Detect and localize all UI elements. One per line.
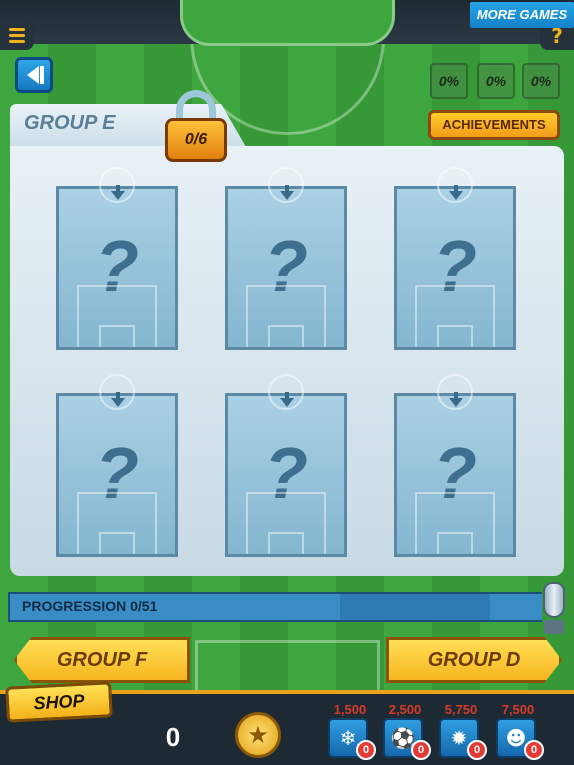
lock-progress: 0/6 (165, 118, 227, 162)
arrow-down-icon (449, 191, 463, 200)
powerup-count: 0 (467, 740, 487, 760)
level-card-6[interactable]: ? (394, 374, 516, 557)
completion-badge-3: 0% (522, 63, 560, 99)
powerup-count: 0 (411, 740, 431, 760)
powerup-price: 1,500 (333, 702, 367, 717)
player-powerup[interactable]: 7,500 ☻ 0 (494, 702, 544, 762)
top-field-arc (180, 0, 395, 46)
back-button[interactable] (15, 57, 53, 93)
fire-powerup[interactable]: 5,750 ✹ 0 (437, 702, 487, 762)
powerup-count: 0 (356, 740, 376, 760)
powerup-count: 0 (524, 740, 544, 760)
level-card-3[interactable]: ? (394, 167, 516, 350)
level-card-2[interactable]: ? (225, 167, 347, 350)
arrow-down-icon (280, 398, 294, 407)
trophy-icon (540, 580, 568, 636)
more-games-button[interactable]: MORE GAMES (470, 2, 574, 28)
arrow-down-icon (280, 191, 294, 200)
powerup-price: 2,500 (388, 702, 422, 717)
next-group-button[interactable]: GROUP D (386, 637, 562, 683)
arrow-down-icon (111, 398, 125, 407)
coins-count: 0 (165, 722, 181, 752)
prev-group-button[interactable]: GROUP F (14, 637, 190, 683)
lock-icon: 0/6 (165, 90, 227, 162)
group-title: GROUP E (24, 112, 116, 134)
ball-powerup[interactable]: 2,500 ⚽ 0 (381, 702, 431, 762)
completion-badge-2: 0% (477, 63, 515, 99)
menu-icon (9, 27, 25, 31)
achievements-button[interactable]: ACHIEVEMENTS (428, 110, 560, 140)
level-card-5[interactable]: ? (225, 374, 347, 557)
arrow-down-icon (449, 398, 463, 407)
powerup-price: 7,500 (501, 702, 535, 717)
powerup-price: 5,750 (444, 702, 478, 717)
menu-button[interactable] (0, 20, 34, 50)
coin-icon: ★ (235, 712, 281, 758)
level-card-4[interactable]: ? (56, 374, 178, 557)
ice-powerup[interactable]: 1,500 ❄ 0 (326, 702, 376, 762)
completion-badge-1: 0% (430, 63, 468, 99)
level-card-1[interactable]: ? (56, 167, 178, 350)
arrow-down-icon (111, 191, 125, 200)
shop-button[interactable]: SHOP (5, 681, 113, 723)
progression-label: PROGRESSION 0/51 (22, 598, 158, 614)
